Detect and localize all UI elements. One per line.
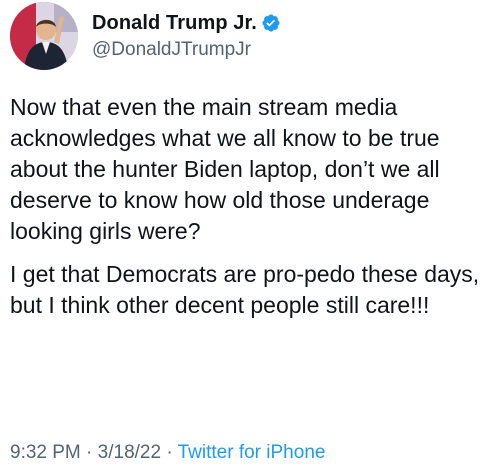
display-name-row: Donald Trump Jr.	[92, 11, 281, 35]
verified-badge-icon	[261, 13, 281, 33]
avatar[interactable]	[10, 2, 78, 70]
display-name[interactable]: Donald Trump Jr.	[92, 12, 257, 35]
tweet-paragraph: Now that even the main stream media ackn…	[10, 94, 440, 244]
meta-separator: ·	[161, 442, 178, 463]
tweet-text: Now that even the main stream media ackn…	[10, 92, 498, 321]
meta-separator: ·	[80, 442, 98, 463]
tweet-time[interactable]: 9:32 PM	[10, 442, 81, 463]
tweet-metadata: 9:32 PM · 3/18/22 · Twitter for iPhone	[10, 442, 325, 464]
tweet-date[interactable]: 3/18/22	[98, 442, 161, 463]
tweet-header: Donald Trump Jr. @DonaldJTrumpJr	[10, 2, 281, 72]
tweet-paragraph: I get that Democrats are pro-pedo these …	[10, 261, 480, 318]
tweet-source-link[interactable]: Twitter for iPhone	[178, 442, 326, 463]
tweet-card: Donald Trump Jr. @DonaldJTrumpJr Now tha…	[0, 0, 500, 466]
author-names: Donald Trump Jr. @DonaldJTrumpJr	[92, 11, 281, 61]
avatar-image	[10, 2, 78, 70]
author-handle[interactable]: @DonaldJTrumpJr	[92, 39, 281, 61]
